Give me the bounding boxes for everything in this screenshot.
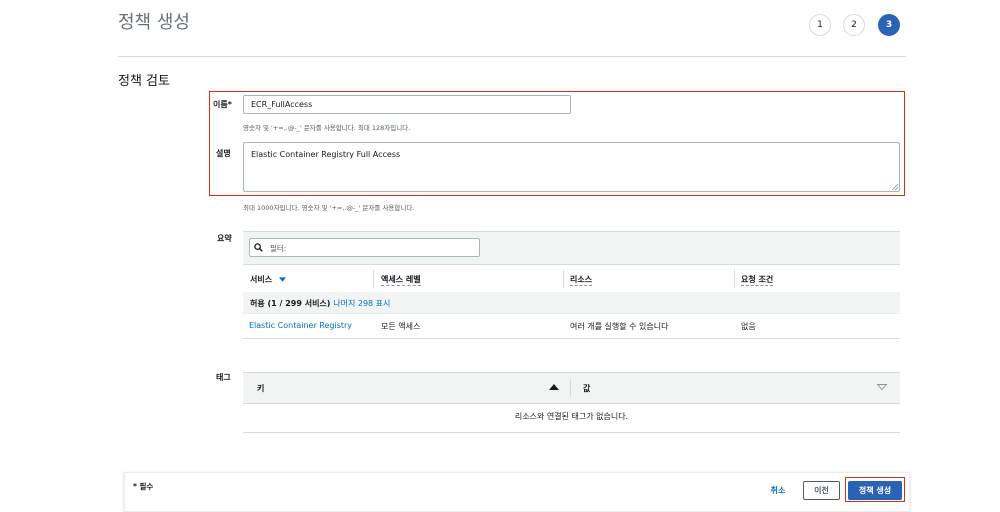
column-header-service-label: 서비스 xyxy=(250,275,273,284)
name-hint: 영숫자 및 '+=,.@-_' 문자를 사용합니다. 최대 128자입니다. xyxy=(243,124,411,132)
access-level-cell: 모든 액세스 xyxy=(381,322,421,331)
summary-filter-input[interactable]: 필터: xyxy=(249,238,480,257)
column-header-access-level[interactable]: 액세스 레벨 xyxy=(381,274,421,286)
column-separator xyxy=(373,270,374,288)
page-title: 정책 생성 xyxy=(118,12,190,33)
tags-value-header[interactable]: 값 xyxy=(583,383,590,394)
service-link[interactable]: Elastic Container Registry xyxy=(249,321,352,330)
sort-down-icon[interactable] xyxy=(877,384,887,390)
table-header-border xyxy=(243,264,900,265)
policy-name-input[interactable]: ECR_FullAccess xyxy=(243,95,571,114)
tags-header-border xyxy=(243,403,900,404)
review-section-title: 정책 검토 xyxy=(118,74,170,89)
resize-handle-icon[interactable] xyxy=(892,184,898,190)
step-2[interactable]: 2 xyxy=(843,14,865,36)
column-separator xyxy=(570,379,571,397)
cancel-button[interactable]: 취소 xyxy=(763,481,793,499)
column-header-resource[interactable]: 리소스 xyxy=(570,274,593,286)
column-header-condition-label: 요청 조건 xyxy=(741,275,774,286)
column-separator xyxy=(734,270,735,288)
create-policy-button[interactable]: 정책 생성 xyxy=(848,481,902,500)
step-1[interactable]: 1 xyxy=(809,14,831,36)
resource-cell: 여러 개를 실행할 수 있습니다 xyxy=(570,322,669,331)
name-label: 이름* xyxy=(213,100,232,109)
tags-key-header[interactable]: 키 xyxy=(257,383,264,394)
policy-description-textarea[interactable]: Elastic Container Registry Full Access xyxy=(243,142,900,192)
description-hint: 최대 1000자입니다. 영숫자 및 '+=,.@-_' 문자를 사용합니다. xyxy=(243,204,415,212)
tags-label: 태그 xyxy=(216,373,231,382)
tags-empty-message: 리소스와 연결된 태그가 없습니다. xyxy=(514,412,629,421)
summary-label: 요약 xyxy=(217,234,232,243)
sort-down-icon[interactable] xyxy=(278,277,286,282)
sort-up-icon[interactable] xyxy=(549,384,559,390)
description-label: 설명 xyxy=(216,149,231,158)
row-border xyxy=(243,313,900,314)
condition-cell: 없음 xyxy=(741,322,756,331)
description-value: Elastic Container Registry Full Access xyxy=(251,150,401,159)
required-note: * 필수 xyxy=(133,482,154,491)
column-header-condition[interactable]: 요청 조건 xyxy=(741,274,774,286)
column-separator xyxy=(563,270,564,288)
group-row-label: 허용 (1 / 299 서비스) 나머지 298 표시 xyxy=(250,298,390,309)
group-count-text: 허용 (1 / 299 서비스) xyxy=(250,299,331,308)
column-header-resource-label: 리소스 xyxy=(570,275,593,286)
previous-button[interactable]: 이전 xyxy=(803,481,840,500)
column-header-access-level-label: 액세스 레벨 xyxy=(381,275,421,286)
search-icon xyxy=(254,243,263,252)
show-remaining-link[interactable]: 나머지 298 표시 xyxy=(333,299,390,308)
header-divider xyxy=(118,56,906,57)
column-header-service[interactable]: 서비스 xyxy=(250,274,286,285)
step-3[interactable]: 3 xyxy=(878,14,900,36)
tags-header-row xyxy=(243,373,900,403)
